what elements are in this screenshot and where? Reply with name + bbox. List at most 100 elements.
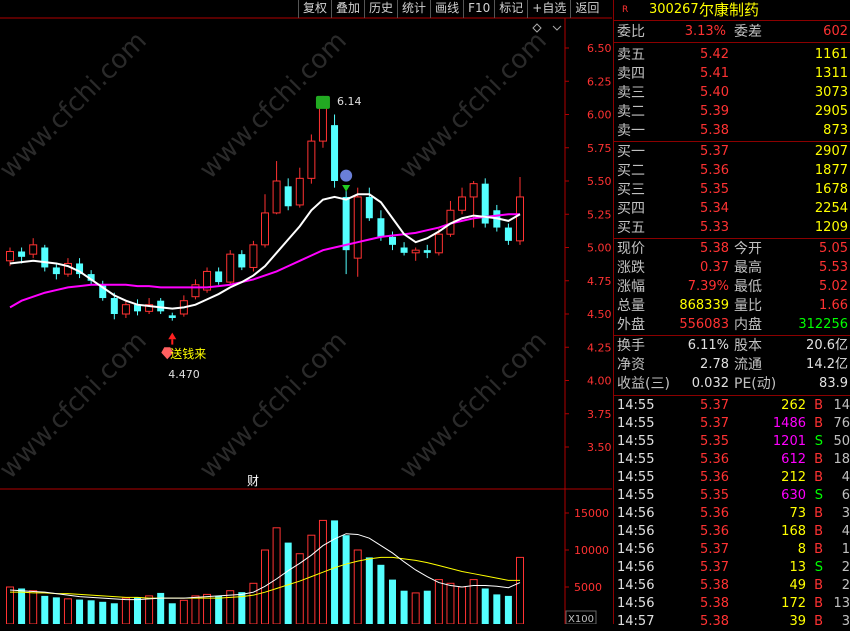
stat-row: 现价 5.38 今开 5.05 — [614, 240, 850, 258]
price-tick-label: 3.75 — [587, 408, 612, 421]
price-tick-label: 6.25 — [587, 75, 612, 88]
kline-chart-area[interactable]: www.cfchi.com www.cfchi.com www.cfchi.com w… — [0, 0, 612, 624]
volume-bar — [179, 599, 188, 624]
stat2-label: PE(动) — [734, 376, 777, 392]
buy-arrow-icon — [168, 332, 177, 340]
volume-bar — [168, 603, 176, 624]
tick-time: 14:56 — [617, 524, 655, 539]
toolbar-add-favorite-button[interactable]: +自选 — [527, 0, 570, 18]
tick-count: 50 — [833, 434, 850, 449]
toolbar-mark-button[interactable]: 标记 — [494, 0, 527, 18]
weibi-label: 委比 — [617, 24, 645, 40]
tick-row: 14:56 5.36 168 B 4 — [614, 523, 850, 541]
toolbar-statistics-button[interactable]: 统计 — [397, 0, 430, 18]
tick-volume: 1201 — [772, 434, 806, 449]
volume-bar — [516, 556, 524, 624]
watermark-text: www.cfchi.com — [394, 326, 553, 485]
stat-row: 涨幅 7.39% 最低 5.02 — [614, 278, 850, 296]
tick-volume: 172 — [781, 596, 806, 611]
stat-label: 涨跌 — [617, 260, 645, 276]
low-price-label: 4.470 — [168, 368, 200, 381]
candle-body — [157, 300, 165, 312]
toolbar-back-button[interactable]: 返回 — [570, 0, 603, 18]
bid-label: 买五 — [617, 220, 645, 236]
watermark-text: www.cfchi.com — [0, 26, 153, 185]
tick-row: 14:56 5.37 8 B 1 — [614, 541, 850, 559]
candle-body — [41, 247, 49, 268]
stat-value: 7.39% — [687, 279, 729, 294]
ask-price: 5.42 — [700, 47, 729, 62]
ask-volume: 3073 — [814, 85, 848, 100]
toolbar-fuquan-button[interactable]: 复权 — [298, 0, 331, 18]
tick-time: 14:55 — [617, 398, 655, 413]
watermark-text: www.cfchi.com — [394, 26, 553, 185]
weibi-value: 3.13% — [684, 24, 726, 39]
bid-price: 5.33 — [700, 220, 729, 235]
candle-body — [29, 244, 38, 255]
price-tick-label: 4.25 — [587, 341, 612, 354]
tick-time: 14:56 — [617, 542, 655, 557]
stat-label: 内盘 — [734, 317, 762, 333]
candle-body — [458, 196, 467, 211]
toolbar-overlay-button[interactable]: 叠加 — [331, 0, 364, 18]
tick-volume: 39 — [789, 614, 806, 629]
high-marker-icon — [315, 95, 330, 109]
price-tick-label: 6.50 — [587, 42, 612, 55]
candle-body — [295, 177, 304, 206]
tick-volume: 13 — [789, 560, 806, 575]
bid-price: 5.35 — [700, 182, 729, 197]
stat-label: 今开 — [734, 241, 762, 257]
tick-price: 5.36 — [700, 470, 729, 485]
chart-toolbar: 复权 叠加 历史 统计 画线 F10 标记 +自选 返回 — [298, 0, 603, 18]
volume-bar — [63, 598, 72, 624]
volume-bar — [400, 590, 408, 624]
quote-panel: R 300267 尔康制药 委比 3.13% 委差 602 卖五 5.42 1161 卖四 5.41 1… — [613, 0, 850, 629]
candle-body — [272, 180, 281, 214]
high-price-label: 6.14 — [337, 95, 362, 108]
bid-price: 5.36 — [700, 163, 729, 178]
toolbar-history-button[interactable]: 历史 — [364, 0, 397, 18]
tick-count: 4 — [841, 524, 850, 539]
tick-row: 14:56 5.38 49 B 2 — [614, 577, 850, 595]
volume-bar — [307, 534, 316, 624]
tick-count: 76 — [833, 416, 850, 431]
weicha-label: 委差 — [734, 24, 762, 40]
bid-price: 5.37 — [700, 144, 729, 159]
candle-body — [504, 227, 512, 241]
toolbar-f10-button[interactable]: F10 — [463, 0, 494, 18]
candle-body — [307, 140, 316, 179]
candle-body — [261, 212, 269, 246]
volume-unit-label: X100 — [568, 614, 594, 624]
tick-direction: B — [814, 506, 823, 521]
ask-label: 卖一 — [617, 123, 645, 139]
toolbar-draw-line-button[interactable]: 画线 — [430, 0, 463, 18]
stat2-value: 83.9 — [819, 376, 848, 391]
tick-row: 14:55 5.37 262 B 14 — [614, 397, 850, 415]
panel-divider — [614, 395, 850, 396]
stat-row: 外盘 556083 内盘 312256 — [614, 316, 850, 334]
tick-volume: 630 — [781, 488, 806, 503]
volume-bar — [191, 595, 200, 624]
price-tick-label: 6.00 — [587, 109, 612, 122]
candle-body — [318, 103, 327, 142]
volume-bar — [145, 595, 154, 624]
stat-value: 868339 — [679, 298, 729, 313]
stat2-label: 收益(三) — [617, 376, 670, 392]
stat-label: 最低 — [734, 279, 762, 295]
stat-label: 现价 — [617, 241, 645, 257]
volume-bar — [377, 564, 385, 624]
bid-row: 买三 5.35 1678 — [614, 181, 850, 199]
tick-time: 14:56 — [617, 596, 655, 611]
volume-bar — [446, 582, 455, 624]
volume-bar — [295, 553, 304, 624]
tick-row: 14:55 5.36 612 B 18 — [614, 451, 850, 469]
volume-bar — [411, 592, 420, 624]
stat-value: 5.38 — [700, 241, 729, 256]
candle-body — [249, 244, 258, 268]
stat-label: 最高 — [734, 260, 762, 276]
stat-value: 312256 — [798, 317, 848, 332]
stat2-value: 6.11% — [687, 338, 729, 353]
candle-body — [110, 298, 118, 314]
volume-bar — [493, 594, 501, 624]
candle-body — [215, 271, 223, 283]
